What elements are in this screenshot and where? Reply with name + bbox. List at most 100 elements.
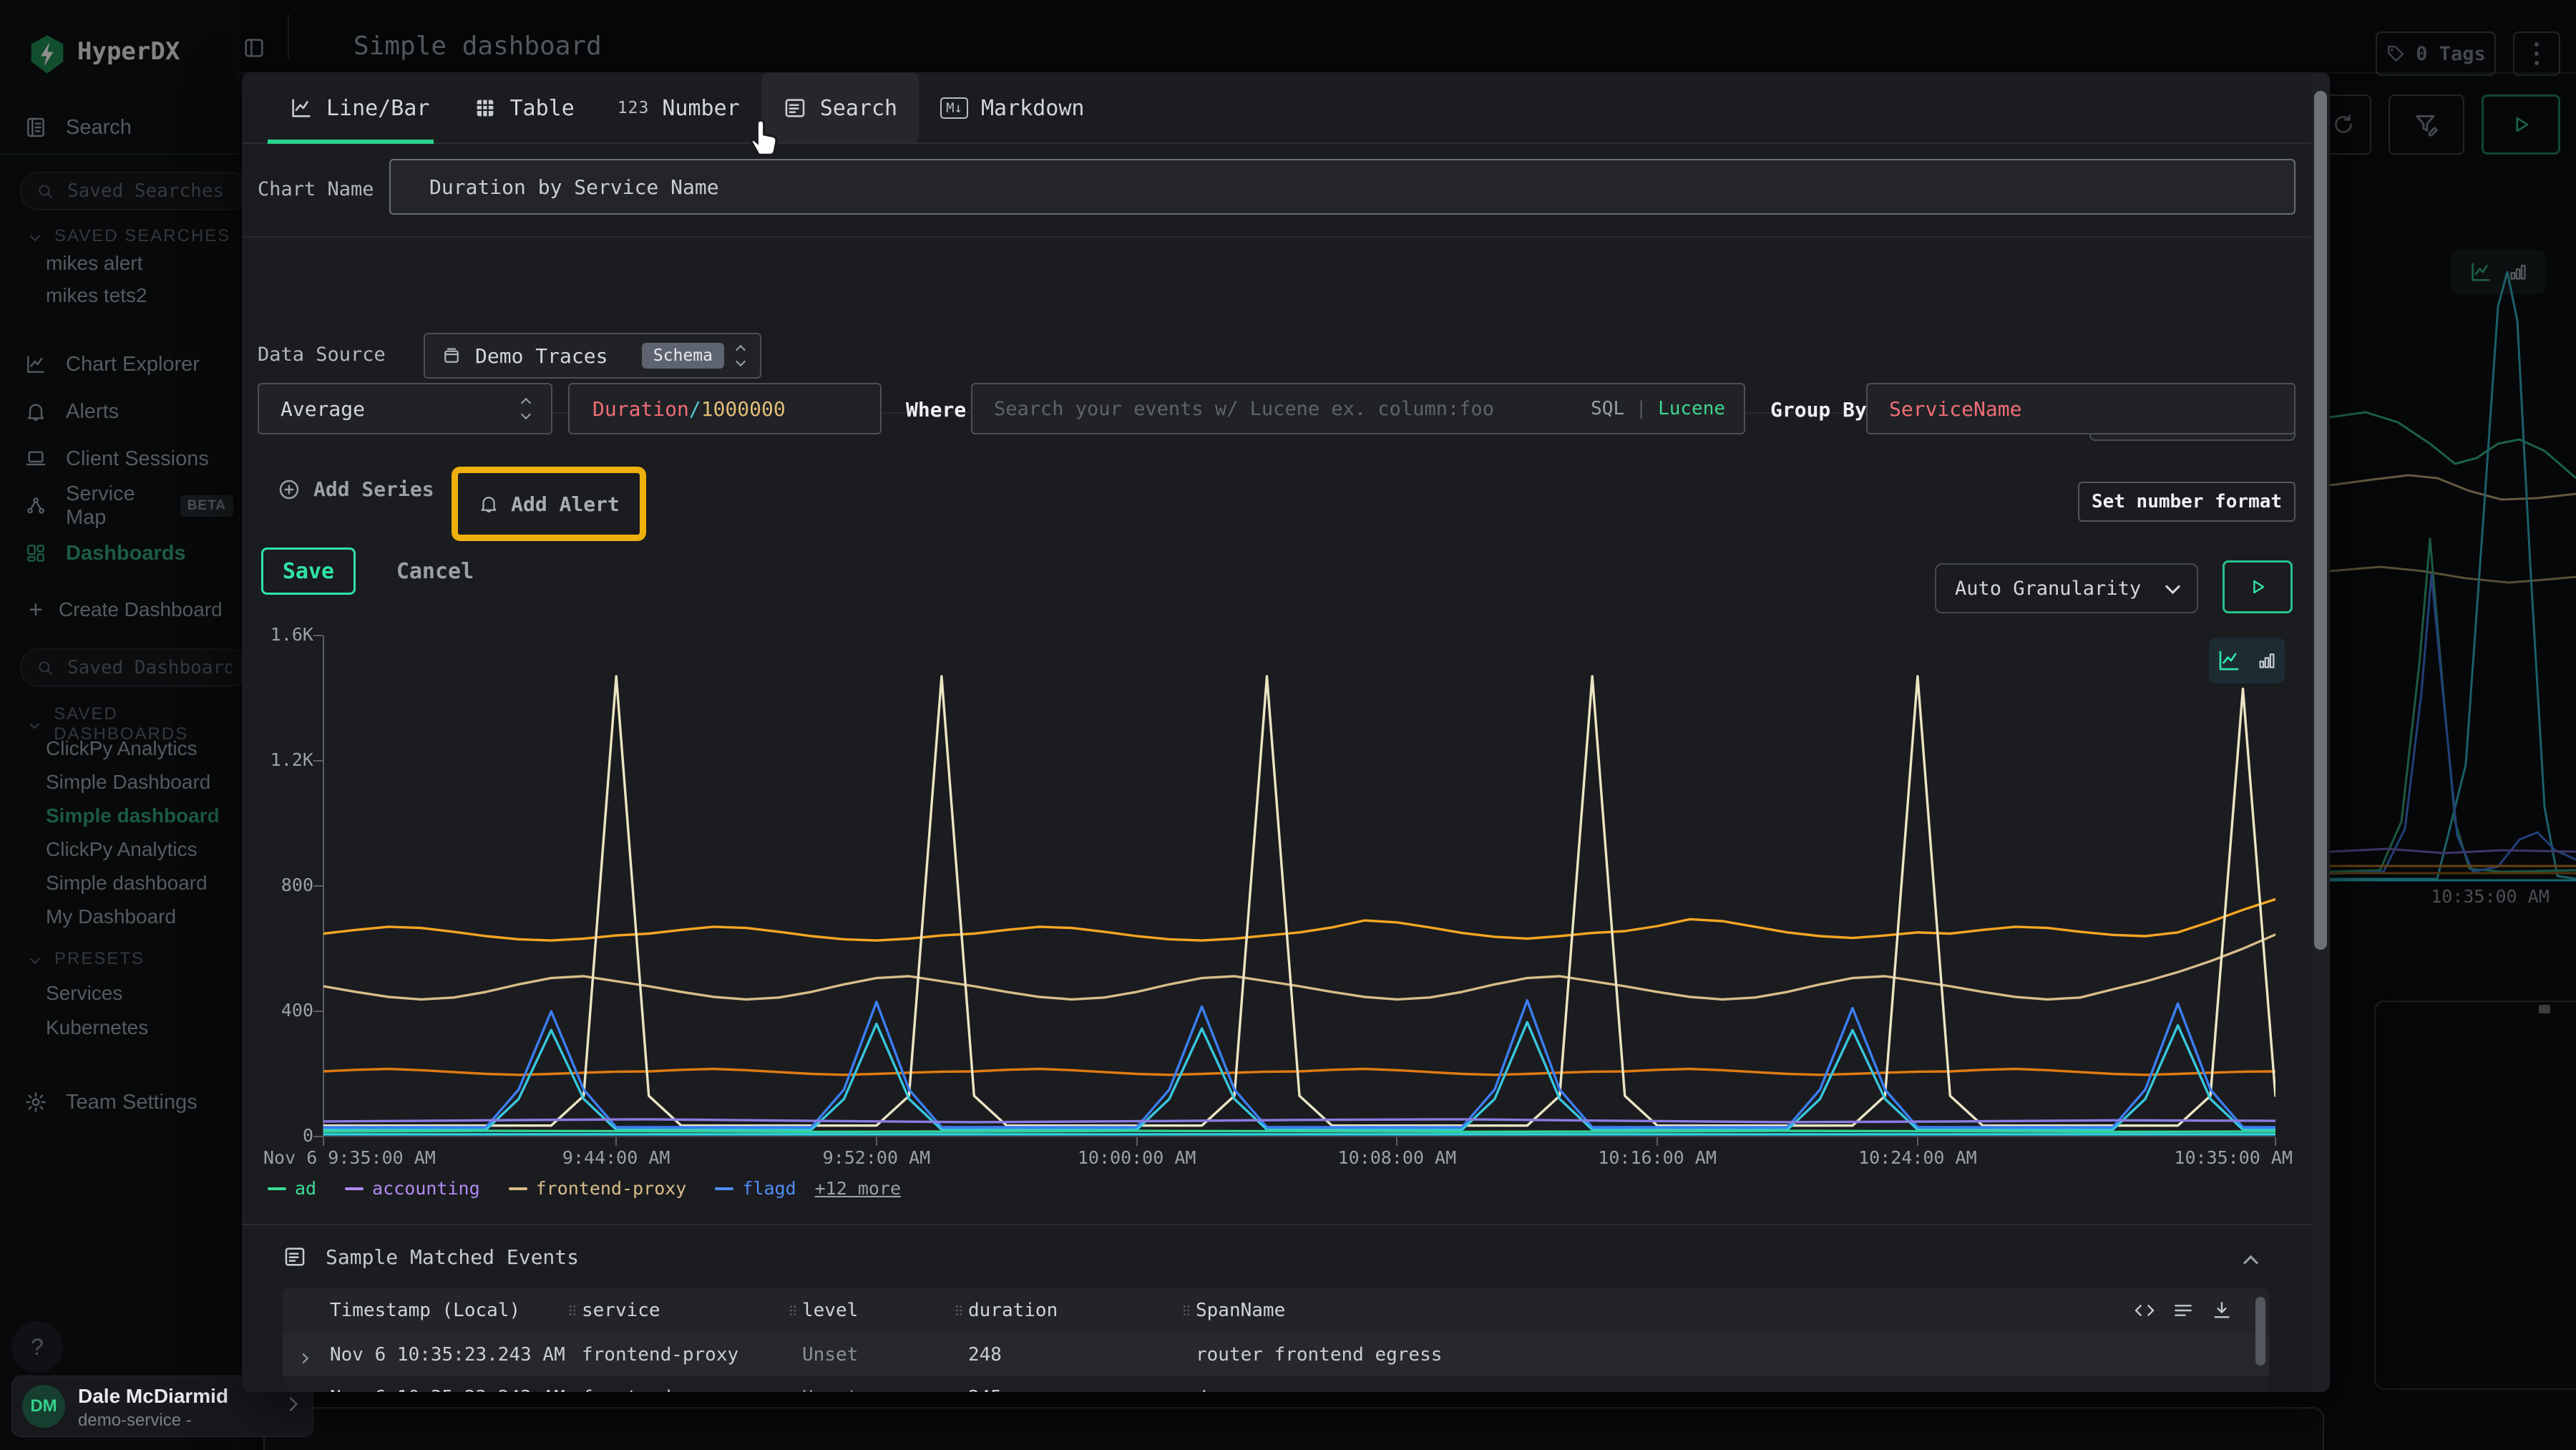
granularity-select[interactable]: Auto Granularity (1935, 563, 2198, 613)
where-field[interactable]: SQL | Lucene (971, 383, 1745, 434)
legend-more-link[interactable]: +12 more (815, 1178, 901, 1199)
sidebar-item-client-sessions[interactable]: Client Sessions (19, 439, 233, 479)
help-button[interactable]: ? (11, 1321, 63, 1373)
run-query-button[interactable] (2482, 94, 2560, 155)
saved-dashboards-input[interactable] (66, 656, 233, 679)
sidebar-item-chart-explorer[interactable]: Chart Explorer (19, 344, 233, 384)
sidebar-item-alerts[interactable]: Alerts (19, 391, 233, 432)
download-icon[interactable] (2210, 1299, 2233, 1322)
cancel-button[interactable]: Cancel (389, 548, 482, 595)
legend-item-frontend-proxy[interactable]: frontend-proxy (509, 1178, 687, 1199)
sidebar-item-label: Client Sessions (66, 447, 209, 471)
presets-header[interactable]: PRESETS (31, 949, 145, 969)
saved-dashboard-item[interactable]: ClickPy Analytics (46, 737, 197, 760)
sidebar-item-service-map[interactable]: Service MapBETA (19, 486, 233, 526)
field-expr-token: / (689, 397, 701, 421)
legend-label: frontend-proxy (536, 1178, 687, 1199)
filter-button[interactable] (2389, 94, 2464, 155)
sidebar-item-team-settings[interactable]: Team Settings (19, 1081, 230, 1124)
y-tick (313, 1136, 323, 1137)
tab-table[interactable]: Table (452, 72, 596, 144)
column-drag-icon[interactable] (785, 1301, 801, 1320)
data-source-label: Data Source (258, 344, 386, 366)
row-expand-icon[interactable] (298, 1353, 308, 1363)
y-tick (313, 760, 323, 762)
select-chevrons-icon (522, 399, 530, 418)
chart-style-toggle[interactable] (2209, 638, 2285, 683)
saved-dashboard-item[interactable]: ClickPy Analytics (46, 838, 197, 861)
hyperdx-logo-icon (27, 33, 67, 76)
cell-duration: 245 (968, 1387, 1002, 1392)
row-density-icon[interactable] (2172, 1299, 2195, 1322)
number-icon: 123 (618, 99, 650, 117)
chart-name-field[interactable] (389, 159, 2296, 215)
saved-dashboard-item[interactable]: Simple Dashboard (46, 771, 210, 794)
legend-label: flagd (742, 1178, 796, 1199)
main-chart[interactable] (323, 636, 2275, 1137)
group-by-input[interactable] (1868, 384, 2294, 433)
chevron-down-icon (30, 954, 40, 964)
table-row[interactable]: Nov 6 10:35:23.243 AMfrontend-proxyUnset… (283, 1333, 2269, 1376)
query-language-toggle[interactable]: SQL | Lucene (1591, 398, 1725, 419)
column-header-level[interactable]: level (802, 1300, 858, 1321)
saved-dashboard-item[interactable]: Simple dashboard (46, 872, 208, 895)
add-alert-button-highlighted[interactable]: Add Alert (452, 467, 646, 541)
modal-scrollbar-thumb[interactable] (2314, 91, 2327, 950)
run-chart-button[interactable] (2223, 560, 2293, 613)
saved-dashboards-search[interactable] (20, 648, 249, 687)
preset-item[interactable]: Services (46, 982, 122, 1005)
sidebar-collapse-icon[interactable] (242, 36, 266, 60)
saved-searches-header[interactable]: SAVED SEARCHES (31, 226, 230, 246)
create-dashboard-button[interactable]: + Create Dashboard (29, 598, 223, 621)
add-series-button[interactable]: Add Series (278, 477, 434, 501)
set-number-format-button[interactable]: Set number format (2078, 482, 2296, 522)
events-scrollbar[interactable] (2255, 1297, 2265, 1366)
tab-label: Line/Bar (326, 96, 430, 121)
saved-dashboard-item[interactable]: Simple dashboard (46, 804, 220, 827)
tab-markdown[interactable]: M↓Markdown (919, 72, 1106, 144)
tab-line-bar[interactable]: Line/Bar (268, 72, 452, 144)
column-drag-icon[interactable] (565, 1301, 580, 1320)
sample-events-header[interactable]: Sample Matched Events (283, 1245, 579, 1269)
resize-handle[interactable] (2539, 1005, 2550, 1013)
cell-spanname: router frontend egress (1196, 1344, 1442, 1366)
bg-chart-x-label: 10:35:00 AM (2419, 886, 2562, 907)
saved-searches-input[interactable] (66, 180, 233, 203)
tab-label: Search (820, 96, 897, 121)
saved-search-item[interactable]: mikes alert (46, 252, 142, 275)
saved-search-item[interactable]: mikes tets2 (46, 284, 147, 307)
column-drag-icon[interactable] (951, 1301, 967, 1320)
chart-name-input[interactable] (391, 160, 2294, 213)
dashboard-menu-button[interactable] (2513, 31, 2560, 76)
save-button[interactable]: Save (261, 548, 356, 595)
table-row[interactable]: Nov 6 10:35:23.243 AMfrontendUnset245/ (283, 1376, 2269, 1392)
aggregation-select[interactable]: Average (258, 383, 552, 434)
column-header-service[interactable]: service (582, 1300, 660, 1321)
collapse-events-icon[interactable] (2243, 1255, 2258, 1270)
where-label: Where (906, 398, 966, 422)
legend-item-ad[interactable]: ad (268, 1178, 316, 1199)
column-header-timestamp-local-[interactable]: Timestamp (Local) (330, 1300, 520, 1321)
tab-search[interactable]: Search (761, 72, 919, 144)
group-by-field[interactable] (1866, 383, 2296, 434)
legend-item-accounting[interactable]: accounting (345, 1178, 480, 1199)
lucene-toggle[interactable]: Lucene (1658, 398, 1725, 419)
saved-searches-search[interactable] (20, 172, 249, 210)
sidebar-item-search[interactable]: Search (19, 106, 230, 149)
sidebar-item-dashboards[interactable]: Dashboards (19, 533, 233, 573)
field-expression-input[interactable]: Duration/1000000 (568, 383, 882, 434)
saved-dashboard-item[interactable]: My Dashboard (46, 905, 176, 928)
column-drag-icon[interactable] (1179, 1301, 1194, 1320)
view-source-icon[interactable] (2133, 1299, 2156, 1322)
markdown-icon: M↓ (940, 97, 968, 119)
preset-item[interactable]: Kubernetes (46, 1016, 148, 1039)
y-tick-label: 1.2K (243, 749, 313, 770)
app-screen: Simple dashboard 0 Tags 10: (0, 0, 2576, 1450)
tab-number[interactable]: 123Number (596, 72, 761, 144)
sql-toggle[interactable]: SQL (1591, 398, 1624, 419)
legend-item-flagd[interactable]: flagd (715, 1178, 796, 1199)
tags-button[interactable]: 0 Tags (2376, 31, 2496, 76)
column-header-duration[interactable]: duration (968, 1300, 1058, 1321)
column-header-spanname[interactable]: SpanName (1196, 1300, 1285, 1321)
data-source-select[interactable]: Demo Traces Schema (424, 333, 761, 379)
